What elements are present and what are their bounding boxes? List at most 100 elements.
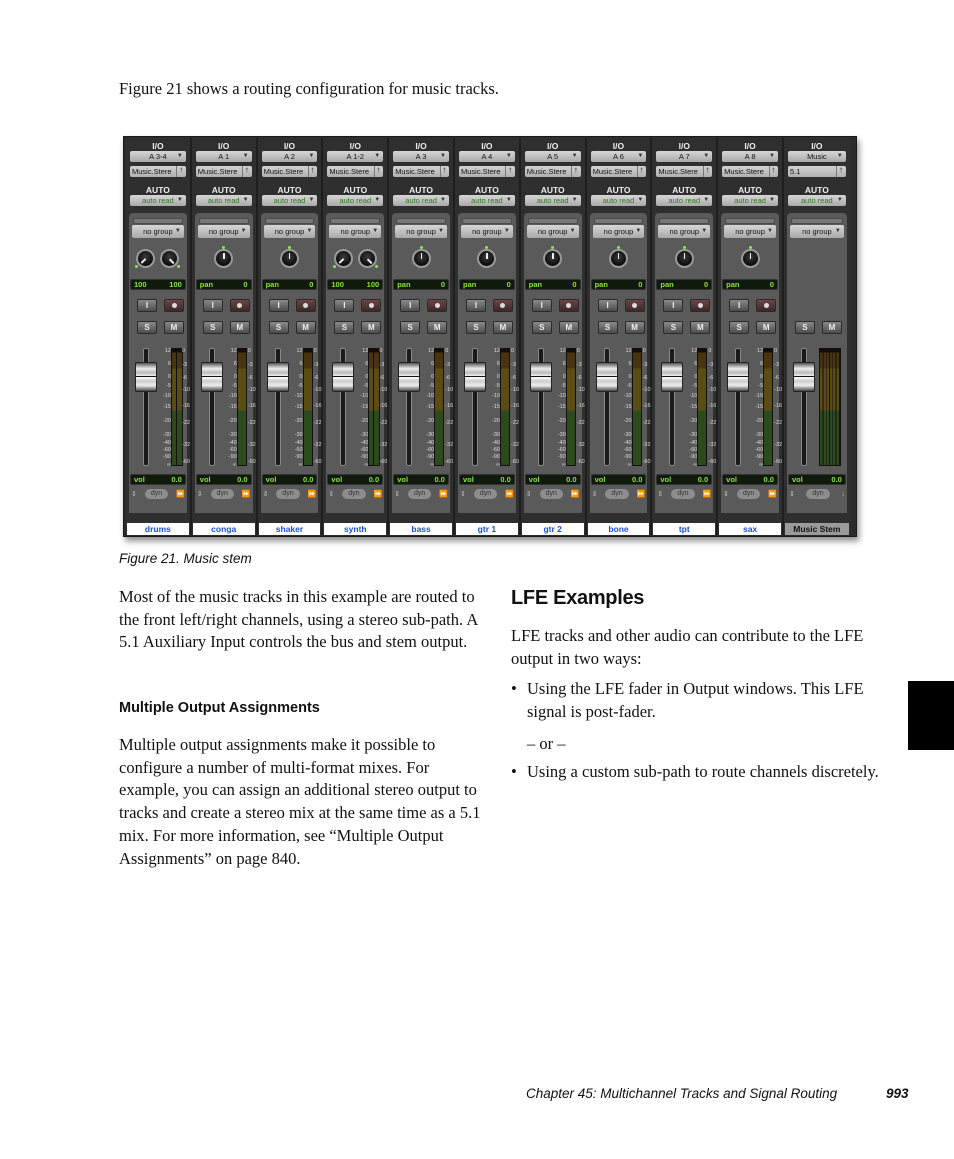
mute-button[interactable]: M — [558, 321, 579, 334]
automation-mode-selector[interactable]: auto read ▼ — [722, 195, 778, 206]
group-selector[interactable]: no group ▼ — [263, 225, 316, 238]
output-selector[interactable]: A 7 ▼ — [656, 151, 713, 162]
pan-knob-left[interactable] — [135, 249, 156, 268]
record-enable-button[interactable] — [164, 299, 184, 312]
fast-forward-icon[interactable]: ⏩ — [505, 490, 514, 498]
group-selector[interactable]: no group ▼ — [460, 225, 513, 238]
dyn-button[interactable]: dyn — [276, 489, 300, 499]
pan-knob-right[interactable] — [160, 249, 181, 268]
output-selector[interactable]: A 3 ▼ — [393, 151, 449, 162]
group-selector[interactable]: no group ▼ — [724, 225, 776, 238]
solo-button[interactable]: S — [729, 321, 750, 334]
group-selector[interactable]: no group ▼ — [395, 225, 447, 238]
track-name[interactable]: bone — [587, 523, 650, 535]
automation-mode-selector[interactable]: auto read ▼ — [393, 195, 449, 206]
solo-button[interactable]: S — [400, 321, 421, 334]
fast-forward-icon[interactable]: ⏩ — [373, 490, 382, 498]
stepper-icon[interactable]: ⇕ — [131, 490, 137, 498]
record-enable-button[interactable] — [295, 299, 316, 312]
mute-button[interactable]: M — [164, 321, 184, 334]
dyn-button[interactable]: dyn — [671, 489, 695, 499]
output-selector[interactable]: Music ▼ — [787, 151, 846, 162]
stepper-icon[interactable]: ⇕ — [657, 490, 663, 498]
subpath-selector[interactable]: Music.Stere † — [393, 166, 449, 177]
dyn-button[interactable]: dyn — [737, 489, 761, 499]
arrow-down-icon[interactable]: ↓ — [841, 491, 845, 498]
output-selector[interactable]: A 2 ▼ — [261, 151, 318, 162]
pan-knob[interactable] — [740, 246, 760, 268]
mute-button[interactable]: M — [492, 321, 513, 334]
input-monitor-button[interactable]: I — [597, 299, 618, 312]
fast-forward-icon[interactable]: ⏩ — [439, 490, 448, 498]
record-enable-button[interactable] — [361, 299, 382, 312]
track-name[interactable]: drums — [127, 523, 189, 535]
dyn-button[interactable]: dyn — [408, 489, 432, 499]
group-selector[interactable]: no group ▼ — [789, 225, 844, 238]
subpath-selector[interactable]: Music.Stere † — [590, 166, 647, 177]
group-selector[interactable]: no group ▼ — [132, 225, 184, 238]
solo-button[interactable]: S — [794, 321, 815, 334]
dyn-button[interactable]: dyn — [806, 489, 830, 499]
input-monitor-button[interactable]: I — [663, 299, 684, 312]
record-enable-button[interactable] — [427, 299, 448, 312]
mute-button[interactable]: M — [821, 321, 842, 334]
group-selector[interactable]: no group ▼ — [592, 225, 645, 238]
input-monitor-button[interactable]: I — [202, 299, 223, 312]
subpath-selector[interactable]: Music.Stere † — [524, 166, 581, 177]
group-selector[interactable]: no group ▼ — [658, 225, 711, 238]
solo-button[interactable]: S — [531, 321, 552, 334]
group-selector[interactable]: no group ▼ — [197, 225, 250, 238]
pan-knob-left[interactable] — [332, 249, 353, 268]
input-monitor-button[interactable]: I — [729, 299, 750, 312]
track-name[interactable]: gtr 1 — [455, 523, 518, 535]
pan-knob[interactable] — [608, 246, 628, 268]
output-selector[interactable]: A 4 ▼ — [458, 151, 515, 162]
record-enable-button[interactable] — [229, 299, 250, 312]
stepper-icon[interactable]: ⇕ — [263, 490, 269, 498]
dyn-button[interactable]: dyn — [144, 489, 169, 499]
mute-button[interactable]: M — [427, 321, 448, 334]
dyn-button[interactable]: dyn — [473, 489, 498, 499]
input-monitor-button[interactable]: I — [334, 299, 355, 312]
automation-mode-selector[interactable]: auto read ▼ — [590, 195, 647, 206]
automation-mode-selector[interactable]: auto read ▼ — [656, 195, 713, 206]
solo-button[interactable]: S — [268, 321, 289, 334]
solo-button[interactable]: S — [597, 321, 618, 334]
mute-button[interactable]: M — [229, 321, 250, 334]
output-selector[interactable]: A 1-2 ▼ — [327, 151, 384, 162]
record-enable-button[interactable] — [492, 299, 513, 312]
automation-mode-selector[interactable]: auto read ▼ — [195, 195, 252, 206]
subpath-selector[interactable]: Music.Stere † — [722, 166, 778, 177]
fast-forward-icon[interactable]: ⏩ — [308, 490, 317, 498]
subpath-selector[interactable]: Music.Stere † — [458, 166, 515, 177]
pan-knob[interactable] — [279, 246, 299, 268]
stepper-icon[interactable]: ⇕ — [394, 490, 400, 498]
input-monitor-button[interactable]: I — [465, 299, 486, 312]
subpath-selector[interactable]: Music.Stere † — [130, 166, 186, 177]
automation-mode-selector[interactable]: auto read ▼ — [130, 195, 186, 206]
subpath-selector[interactable]: 5.1 † — [787, 166, 846, 177]
output-selector[interactable]: A 8 ▼ — [722, 151, 778, 162]
mute-button[interactable]: M — [690, 321, 711, 334]
fast-forward-icon[interactable]: ⏩ — [637, 490, 646, 498]
input-monitor-button[interactable]: I — [268, 299, 289, 312]
pan-knob[interactable] — [674, 246, 694, 268]
track-name[interactable]: sax — [719, 523, 781, 535]
stepper-icon[interactable]: ⇕ — [592, 490, 598, 498]
stepper-icon[interactable]: ⇕ — [460, 490, 466, 498]
group-selector[interactable]: no group ▼ — [526, 225, 579, 238]
input-monitor-button[interactable]: I — [400, 299, 421, 312]
stepper-icon[interactable]: ⇕ — [723, 490, 729, 498]
solo-button[interactable]: S — [334, 321, 355, 334]
track-name[interactable]: synth — [324, 523, 387, 535]
pan-knob[interactable] — [411, 246, 431, 268]
output-selector[interactable]: A 1 ▼ — [195, 151, 252, 162]
fast-forward-icon[interactable]: ⏩ — [702, 490, 711, 498]
pan-knob[interactable] — [477, 246, 497, 268]
subpath-selector[interactable]: Music.Stere † — [656, 166, 713, 177]
fast-forward-icon[interactable]: ⏩ — [242, 490, 251, 498]
stepper-icon[interactable]: ⇕ — [197, 490, 203, 498]
input-monitor-button[interactable]: I — [531, 299, 552, 312]
pan-knob[interactable] — [543, 246, 563, 268]
mute-button[interactable]: M — [295, 321, 316, 334]
